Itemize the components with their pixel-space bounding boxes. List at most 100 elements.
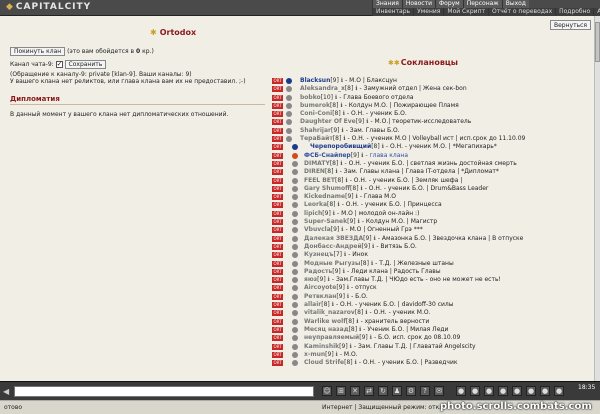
chat-arrow-icon[interactable]: ◀: [3, 387, 9, 396]
member-info-icon[interactable]: [292, 260, 298, 267]
member-info-icon[interactable]: [292, 268, 298, 275]
member-nick[interactable]: Далекая ЗВЕЗДА: [304, 235, 363, 242]
member-info-icon[interactable]: ℹ: [345, 177, 347, 184]
member-info-icon[interactable]: ℹ: [350, 343, 352, 350]
clan-badge-icon[interactable]: ORT: [272, 177, 283, 184]
member-info-icon[interactable]: [286, 136, 292, 143]
leave-clan-button[interactable]: Покинуть клан: [10, 47, 66, 56]
member-info-icon[interactable]: ℹ: [371, 260, 373, 267]
clan-badge-icon[interactable]: ORT: [272, 102, 283, 109]
member-nick[interactable]: allair: [304, 301, 321, 308]
member-info-icon[interactable]: [292, 310, 298, 317]
member-info-icon[interactable]: [292, 194, 298, 201]
status-icon-6[interactable]: ●: [526, 386, 536, 396]
member-info-icon[interactable]: ℹ: [356, 193, 358, 200]
member-info-icon[interactable]: [286, 78, 292, 84]
translit-icon[interactable]: ⇄: [364, 386, 374, 396]
member-nick[interactable]: Месяц назад: [304, 326, 349, 333]
member-info-icon[interactable]: ℹ: [335, 94, 337, 101]
clan-badge-icon[interactable]: ORT: [272, 152, 283, 159]
clan-badge-icon[interactable]: ORT: [272, 111, 283, 118]
clan-badge-icon[interactable]: ORT: [272, 78, 283, 84]
nav-item[interactable]: Выход: [501, 0, 529, 8]
clan-badge-icon[interactable]: ORT: [272, 136, 283, 143]
member-nick[interactable]: Shahrijar: [300, 127, 331, 134]
member-info-icon[interactable]: [286, 86, 292, 93]
status-icon-4[interactable]: ●: [498, 386, 508, 396]
member-info-icon[interactable]: ℹ: [335, 168, 337, 175]
member-info-icon[interactable]: ℹ: [332, 301, 334, 308]
member-nick[interactable]: Blacksun: [300, 77, 330, 84]
member-info-icon[interactable]: [292, 326, 298, 333]
clan-badge-icon[interactable]: ORT: [272, 202, 283, 209]
member-nick[interactable]: Aircoyote: [304, 284, 336, 291]
member-info-icon[interactable]: [286, 102, 292, 109]
member-nick[interactable]: x-mun: [304, 351, 325, 358]
member-info-icon[interactable]: ℹ: [340, 102, 342, 109]
member-nick[interactable]: Vbuvcla: [304, 226, 331, 233]
clan-badge-icon[interactable]: ORT: [272, 119, 283, 126]
clan-badge-icon[interactable]: ORT: [272, 169, 283, 176]
clan-badge-icon[interactable]: ORT: [272, 343, 283, 350]
member-info-icon[interactable]: [292, 252, 298, 259]
member-info-icon[interactable]: [292, 335, 298, 342]
member-info-icon[interactable]: ℹ: [382, 143, 384, 150]
clan-badge-icon[interactable]: ORT: [272, 243, 283, 250]
member-info-icon[interactable]: [292, 343, 298, 350]
clan-badge-icon[interactable]: ORT: [272, 235, 283, 242]
member-nick[interactable]: bumerok: [300, 102, 330, 109]
member-info-icon[interactable]: [292, 210, 298, 217]
member-info-icon[interactable]: [292, 243, 298, 250]
member-info-icon[interactable]: ℹ: [355, 359, 357, 366]
smile-icon[interactable]: ☺: [322, 386, 332, 396]
clan-badge-icon[interactable]: ORT: [272, 277, 283, 284]
clan-badge-icon[interactable]: ORT: [272, 185, 283, 192]
member-info-icon[interactable]: ℹ: [343, 110, 345, 117]
member-nick[interactable]: Super-Sanek: [304, 218, 347, 225]
member-info-icon[interactable]: ℹ: [361, 185, 363, 192]
member-info-icon[interactable]: [292, 293, 298, 300]
clan-badge-icon[interactable]: ORT: [272, 144, 283, 151]
member-nick[interactable]: vitalik_nazarov: [304, 309, 355, 316]
clan-badge-icon[interactable]: ORT: [272, 86, 283, 93]
member-info-icon[interactable]: [292, 351, 298, 358]
member-nick[interactable]: Kickedname: [304, 193, 345, 200]
member-info-icon[interactable]: ℹ: [361, 152, 363, 159]
member-info-icon[interactable]: ℹ: [342, 127, 344, 134]
member-nick[interactable]: Gary Shumoff: [304, 185, 350, 192]
member-info-icon[interactable]: [292, 202, 298, 209]
clan-badge-icon[interactable]: ORT: [272, 94, 283, 101]
member-info-icon[interactable]: ℹ: [343, 268, 345, 275]
member-nick[interactable]: Coni-Coni: [300, 110, 332, 117]
member-nick[interactable]: Кузнецъ: [304, 251, 333, 258]
chat-channel-checkbox[interactable]: [55, 60, 63, 68]
member-info-icon[interactable]: [292, 177, 298, 184]
member-nick[interactable]: неуправляемый: [304, 334, 359, 341]
clan-badge-icon[interactable]: ORT: [272, 210, 283, 217]
vertical-scrollbar[interactable]: [594, 16, 600, 381]
sub-nav-item[interactable]: Аренда: [593, 8, 600, 16]
settings-icon[interactable]: ⚙: [406, 386, 416, 396]
member-nick[interactable]: Warlike wolf: [304, 318, 346, 325]
clan-badge-icon[interactable]: ORT: [272, 335, 283, 342]
nav-item[interactable]: Знания: [372, 0, 402, 8]
clan-badge-icon[interactable]: ORT: [272, 310, 283, 317]
member-nick[interactable]: DIMATY: [304, 160, 330, 167]
member-info-icon[interactable]: [286, 111, 292, 118]
member-info-icon[interactable]: ℹ: [328, 276, 330, 283]
refresh-icon[interactable]: ↻: [378, 386, 388, 396]
member-info-icon[interactable]: ℹ: [347, 284, 349, 291]
nav-item[interactable]: Персонаж: [462, 0, 502, 8]
clan-badge-icon[interactable]: ORT: [272, 227, 283, 234]
clan-badge-icon[interactable]: ORT: [272, 293, 283, 300]
member-nick[interactable]: lipich: [304, 210, 322, 217]
member-nick[interactable]: Aleksandra_x: [300, 85, 345, 92]
member-nick[interactable]: ТераБайт: [300, 135, 333, 142]
sub-nav-item[interactable]: Инвентарь: [372, 8, 414, 16]
member-info-icon[interactable]: ℹ: [366, 118, 368, 125]
member-info-icon[interactable]: [292, 144, 298, 151]
member-nick[interactable]: DIREN: [304, 168, 325, 175]
clan-badge-icon[interactable]: ORT: [272, 160, 283, 167]
member-nick[interactable]: Cloud Strife: [304, 359, 344, 366]
member-info-icon[interactable]: ℹ: [358, 218, 360, 225]
